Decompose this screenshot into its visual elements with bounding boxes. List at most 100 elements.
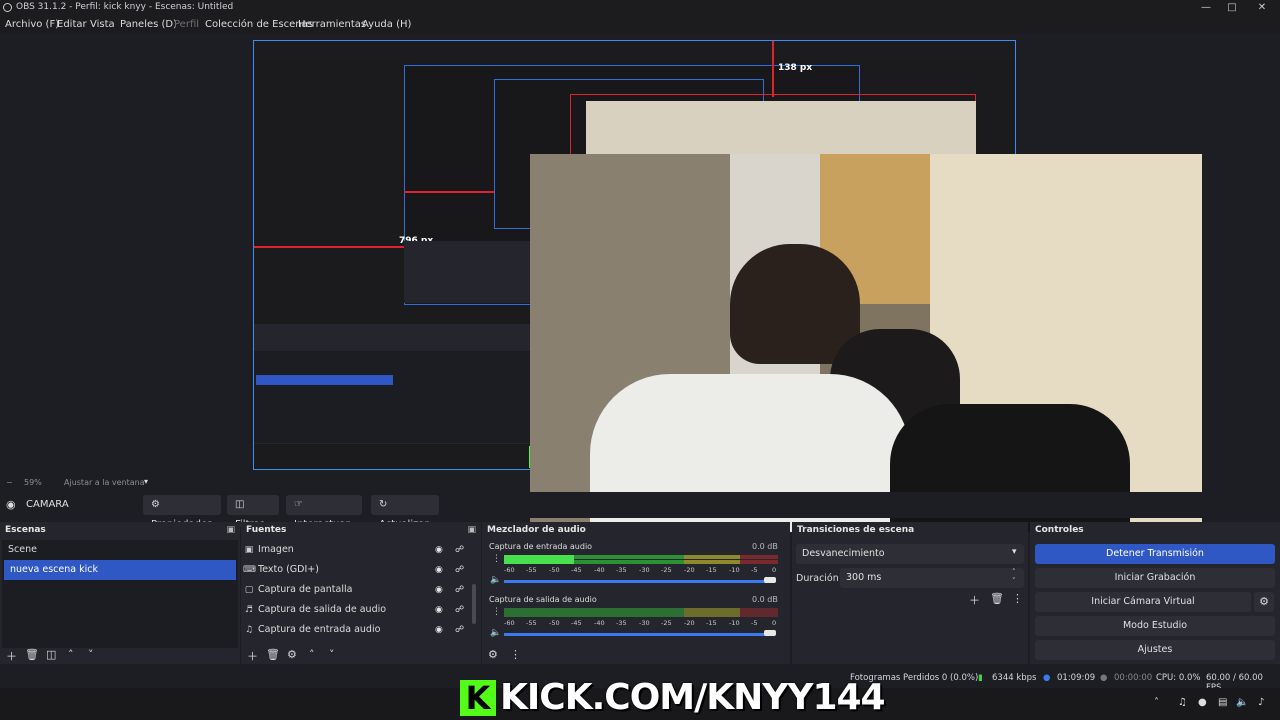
source-item-label: Captura de salida de audio — [258, 604, 387, 615]
menu-perfil[interactable]: Perfil — [174, 19, 199, 30]
tick: -20 — [684, 566, 695, 574]
trash-icon[interactable]: 🗑 — [266, 648, 280, 661]
kebab-menu-icon[interactable]: ⋮ — [492, 554, 501, 564]
gear-icon[interactable]: ⚙ — [1254, 592, 1274, 612]
chevron-up-icon[interactable]: ˄ — [1012, 568, 1016, 576]
chevron-up-icon[interactable]: ˄ — [68, 648, 74, 661]
volume-slider-1[interactable] — [504, 580, 766, 583]
chevron-up-icon[interactable]: ˄ — [309, 648, 315, 661]
eye-icon[interactable]: ◉ — [435, 600, 443, 620]
menu-ayuda[interactable]: Ayuda (H) — [362, 19, 411, 30]
source-item[interactable]: ♬ Captura de salida de audio ◉ ☍ — [243, 600, 473, 620]
obs-logo-icon — [3, 3, 12, 12]
sources-title: Fuentes — [246, 525, 287, 535]
microphone-icon[interactable]: ● — [1198, 697, 1207, 708]
lock-icon[interactable]: ☍ — [455, 580, 464, 600]
mixer-settings-icon[interactable]: ⚙ — [488, 648, 498, 661]
gear-icon: ⚙ — [151, 499, 160, 510]
lock-icon[interactable]: ☍ — [455, 560, 464, 580]
source-item[interactable]: ⌨ Texto (GDI+) ◉ ☍ — [243, 560, 473, 580]
scene-item-scene[interactable]: Scene — [2, 540, 238, 560]
minimize-icon[interactable]: — — [1194, 1, 1218, 15]
stop-stream-button[interactable]: Detener Transmisión — [1035, 544, 1275, 564]
filters-button[interactable]: ◫ Filtros — [227, 495, 279, 530]
meter-yellow — [684, 608, 740, 617]
tick: 0 — [772, 566, 777, 574]
interact-button[interactable]: ☞ Interactuar — [286, 495, 362, 530]
scene-item-nueva-escena-kick[interactable]: nueva escena kick — [4, 560, 236, 580]
menu-archivo[interactable]: Archivo (F) — [5, 19, 59, 30]
virtual-camera-button[interactable]: Iniciar Cámara Virtual — [1035, 592, 1251, 612]
duration-input[interactable]: 300 ms ˄ ˅ — [840, 568, 1024, 588]
trash-icon[interactable]: 🗑 — [990, 592, 1004, 605]
mixer-channel-2-meter — [504, 608, 778, 617]
meter-yellow — [684, 560, 740, 564]
dock-menu-icon[interactable]: ▣ — [226, 525, 235, 535]
eye-icon[interactable]: ◉ — [435, 540, 443, 560]
studio-mode-button[interactable]: Modo Estudio — [1035, 616, 1275, 636]
tick: 0 — [772, 619, 777, 627]
add-transition-icon[interactable]: ＋ — [969, 592, 980, 608]
zoom-fit-select[interactable]: Ajustar a la ventana — [64, 478, 145, 487]
lock-icon[interactable]: ☍ — [455, 620, 464, 640]
tick: -45 — [571, 566, 582, 574]
duration-label: Duración — [796, 573, 839, 584]
speaker-icon[interactable]: 🔈 — [490, 628, 501, 638]
menu-vista[interactable]: Vista — [90, 19, 115, 30]
network-icon[interactable]: ▤ — [1218, 697, 1227, 708]
transition-select[interactable]: Desvanecimiento ▾ — [796, 544, 1024, 564]
kebab-menu-icon[interactable]: ⋮ — [1012, 592, 1023, 605]
kebab-menu-icon[interactable]: ⋮ — [510, 648, 521, 661]
volume-icon[interactable]: 🔈 — [1236, 697, 1248, 708]
tick: -5 — [751, 619, 758, 627]
filter-icon[interactable]: ◫ — [46, 648, 56, 661]
refresh-button[interactable]: ↻ Actualizar — [371, 495, 439, 530]
bell-icon[interactable]: ♪ — [1258, 697, 1264, 708]
meter-yellow — [684, 555, 740, 559]
source-item[interactable]: ♫ Captura de entrada audio ◉ ☍ — [243, 620, 473, 640]
headset-icon[interactable]: ♫ — [1178, 697, 1187, 708]
volume-slider-2[interactable] — [504, 633, 766, 636]
maximize-icon[interactable]: □ — [1220, 1, 1244, 15]
zoom-minus-icon[interactable]: − — [6, 478, 13, 487]
px-label-top: 138 px — [778, 63, 813, 73]
tick: -35 — [616, 619, 627, 627]
menu-editar[interactable]: Editar — [57, 19, 87, 30]
eye-icon[interactable]: ◉ — [435, 580, 443, 600]
lock-icon[interactable]: ☍ — [455, 540, 464, 560]
gear-icon[interactable]: ⚙ — [287, 648, 297, 661]
trash-icon[interactable]: 🗑 — [25, 648, 39, 661]
mixer-channel-2-db: 0.0 dB — [752, 595, 778, 604]
microphone-icon: ♫ — [244, 625, 254, 635]
chevron-down-icon[interactable]: ˅ — [88, 648, 94, 661]
tray-chevron-icon[interactable]: ˄ — [1154, 697, 1159, 708]
volume-knob-1[interactable] — [764, 577, 776, 583]
kebab-menu-icon[interactable]: ⋮ — [492, 607, 501, 617]
lock-icon[interactable]: ☍ — [455, 600, 464, 620]
chevron-down-icon[interactable]: ▾ — [144, 477, 148, 486]
eye-icon[interactable]: ◉ — [435, 560, 443, 580]
eye-icon[interactable]: ◉ — [435, 620, 443, 640]
chevron-down-icon[interactable]: ˅ — [329, 648, 335, 661]
source-item[interactable]: ▣ Imagen ◉ ☍ — [243, 540, 473, 560]
properties-button[interactable]: ⚙ Propiedades — [143, 495, 221, 530]
add-scene-icon[interactable]: ＋ — [6, 648, 17, 664]
start-recording-button[interactable]: Iniciar Grabación — [1035, 568, 1275, 588]
selected-source-name: CAMARA — [26, 499, 69, 510]
sources-scrollbar[interactable] — [472, 584, 476, 624]
menu-coleccion[interactable]: Colección de Escenas — [205, 19, 313, 30]
tick: -15 — [706, 566, 717, 574]
menu-paneles[interactable]: Paneles (D) — [120, 19, 177, 30]
chevron-down-icon[interactable]: ˅ — [1012, 577, 1016, 585]
nested-lists — [254, 351, 534, 443]
menu-herramientas[interactable]: Herramientas — [298, 19, 366, 30]
close-icon[interactable]: ✕ — [1250, 1, 1274, 15]
speaker-icon[interactable]: 🔈 — [490, 575, 501, 585]
transitions-dock: Transiciones de escena Desvanecimiento ▾… — [792, 522, 1028, 664]
settings-button[interactable]: Ajustes — [1035, 640, 1275, 660]
volume-knob-2[interactable] — [764, 630, 776, 636]
image-icon: ▣ — [244, 545, 254, 555]
dock-menu-icon[interactable]: ▣ — [467, 525, 476, 535]
add-source-icon[interactable]: ＋ — [247, 648, 258, 664]
source-item[interactable]: ▢ Captura de pantalla ◉ ☍ — [243, 580, 473, 600]
